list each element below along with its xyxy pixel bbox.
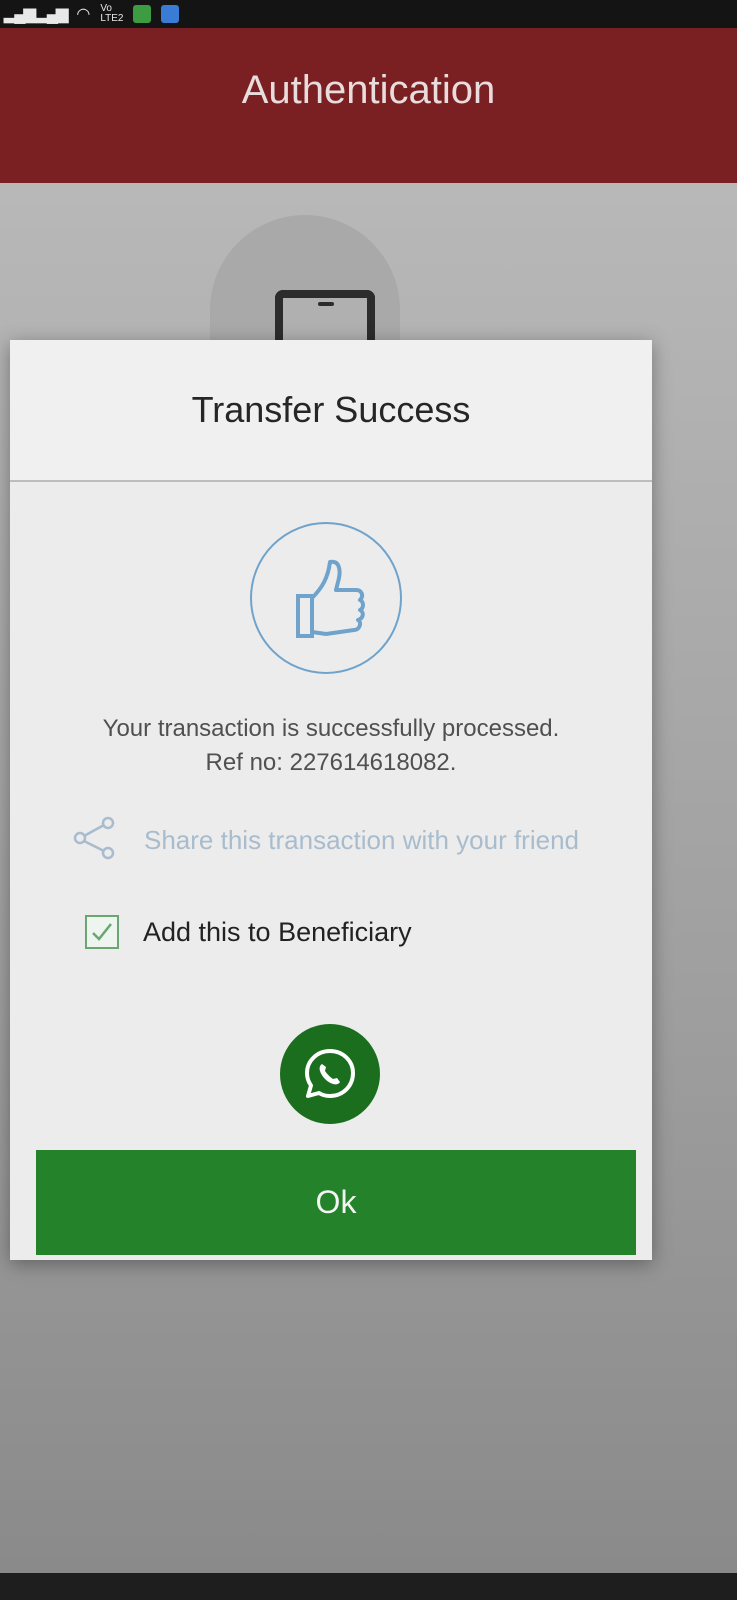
app-title: Authentication [241, 68, 496, 112]
volte-bottom-text: LTE2 [100, 13, 124, 24]
thumbs-up-icon [250, 522, 402, 674]
whatsapp-icon [305, 1049, 355, 1098]
beneficiary-label: Add this to Beneficiary [143, 916, 412, 947]
dialog-title: Transfer Success [191, 389, 471, 430]
reference-number: Ref no: 227614618082. [205, 749, 457, 776]
share-icon [72, 815, 118, 866]
transfer-success-dialog: Transfer Success Your transaction is suc… [10, 340, 652, 1260]
beneficiary-checkbox[interactable] [85, 915, 119, 949]
message-notification-icon [133, 5, 152, 23]
add-beneficiary-row[interactable]: Add this to Beneficiary [85, 915, 412, 949]
success-message: Your transaction is successfully process… [102, 715, 560, 742]
app-bar: Authentication [0, 28, 737, 183]
share-transaction-link[interactable]: Share this transaction with your friend [72, 815, 579, 866]
screen-bottom-edge [0, 1573, 737, 1600]
phone-notification-icon [161, 5, 180, 23]
transaction-message: Your transaction is successfully process… [10, 712, 652, 780]
checkmark-icon [92, 923, 112, 941]
ok-button[interactable]: Ok [36, 1150, 636, 1255]
dialog-header: Transfer Success [10, 340, 652, 482]
wifi-icon: ◠ [76, 6, 91, 23]
whatsapp-share-button[interactable] [280, 1024, 380, 1124]
status-bar: ▂▄▆ ▂▄▆ ◠ Vo LTE2 [0, 0, 737, 28]
share-label: Share this transaction with your friend [144, 825, 579, 855]
ok-button-label: Ok [315, 1184, 357, 1220]
signal-icon: ▂▄▆ ▂▄▆ [4, 6, 68, 23]
volte-indicator: Vo LTE2 [100, 4, 123, 24]
